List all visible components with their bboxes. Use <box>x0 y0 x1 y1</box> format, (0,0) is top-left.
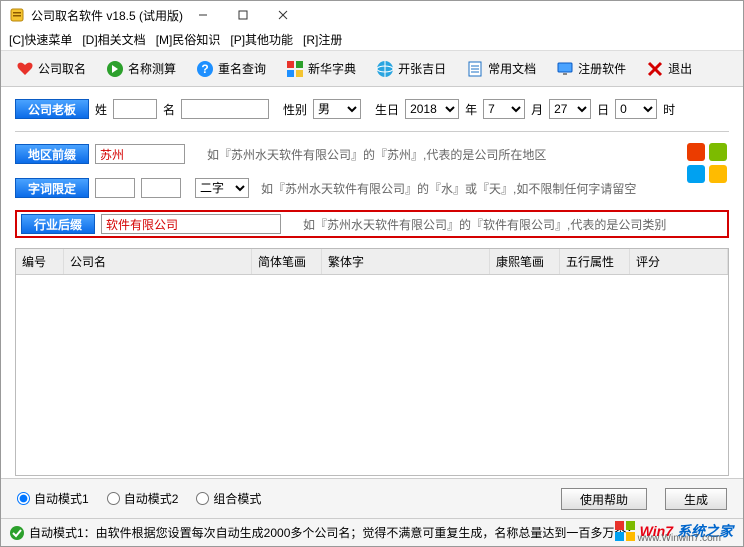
col-id[interactable]: 编号 <box>16 249 64 274</box>
industry-button[interactable]: 行业后缀 <box>21 214 95 234</box>
document-icon <box>466 60 484 78</box>
toolbar-exit-button[interactable]: 退出 <box>639 57 699 81</box>
toolbar-opendate-button[interactable]: 开张吉日 <box>369 57 453 81</box>
row-region: 地区前缀 如『苏州水天软件有限公司』的『苏州』,代表的是公司所在地区 <box>15 142 729 166</box>
month-label: 月 <box>531 101 543 118</box>
watermark: Win7 系统之家 www.Winwin7.com <box>614 520 733 542</box>
col-simp[interactable]: 简体笔画 <box>252 249 322 274</box>
toolbar-register-label: 注册软件 <box>578 60 626 77</box>
toolbar-register-button[interactable]: 注册软件 <box>549 57 633 81</box>
limit-button[interactable]: 字词限定 <box>15 178 89 198</box>
office-icon <box>685 141 729 191</box>
mode2-input[interactable] <box>107 492 120 505</box>
mode1-input[interactable] <box>17 492 30 505</box>
limit-select[interactable]: 二字 <box>195 178 249 198</box>
mode2-label: 自动模式2 <box>124 490 179 507</box>
col-wuxing[interactable]: 五行属性 <box>560 249 630 274</box>
boss-button[interactable]: 公司老板 <box>15 99 89 119</box>
row-industry-highlight: 行业后缀 如『苏州水天软件有限公司』的『软件有限公司』,代表的是公司类别 <box>15 210 729 238</box>
day-label: 日 <box>597 101 609 118</box>
windows-icon <box>286 60 304 78</box>
hour-label: 时 <box>663 101 675 118</box>
menu-folk[interactable]: [M]民俗知识 <box>156 31 221 48</box>
toolbar-docs-button[interactable]: 常用文档 <box>459 57 543 81</box>
bottom-bar: 自动模式1 自动模式2 组合模式 使用帮助 生成 <box>1 478 743 518</box>
help-button[interactable]: 使用帮助 <box>561 488 647 510</box>
mode2-radio[interactable]: 自动模式2 <box>107 490 179 507</box>
menu-docs[interactable]: [D]相关文档 <box>82 31 145 48</box>
toolbar-calc-label: 名称测算 <box>128 60 176 77</box>
hour-select[interactable]: 0 <box>615 99 657 119</box>
industry-input[interactable] <box>101 214 281 234</box>
ok-icon <box>9 525 25 541</box>
toolbar-exit-label: 退出 <box>668 60 692 77</box>
col-kangxi[interactable]: 康熙笔画 <box>490 249 560 274</box>
year-select[interactable]: 2018 <box>405 99 459 119</box>
toolbar-duplicate-button[interactable]: ? 重名查询 <box>189 57 273 81</box>
year-label: 年 <box>465 101 477 118</box>
globe-icon <box>376 60 394 78</box>
toolbar-naming-label: 公司取名 <box>38 60 86 77</box>
col-name[interactable]: 公司名 <box>64 249 252 274</box>
toolbar-dict-label: 新华字典 <box>308 60 356 77</box>
arrow-right-icon <box>106 60 124 78</box>
limit-input-2[interactable] <box>141 178 181 198</box>
day-select[interactable]: 27 <box>549 99 591 119</box>
window-title: 公司取名软件 v18.5 (试用版) <box>31 7 183 24</box>
menu-other[interactable]: [P]其他功能 <box>230 31 293 48</box>
surname-label: 姓 <box>95 101 107 118</box>
limit-input-1[interactable] <box>95 178 135 198</box>
app-icon <box>9 7 25 23</box>
mode1-radio[interactable]: 自动模式1 <box>17 490 89 507</box>
industry-hint: 如『苏州水天软件有限公司』的『软件有限公司』,代表的是公司类别 <box>303 216 666 233</box>
region-button[interactable]: 地区前缀 <box>15 144 89 164</box>
toolbar-opendate-label: 开张吉日 <box>398 60 446 77</box>
mode3-radio[interactable]: 组合模式 <box>196 490 261 507</box>
titlebar: 公司取名软件 v18.5 (试用版) <box>1 1 743 29</box>
toolbar: 公司取名 名称测算 ? 重名查询 新华字典 开张吉日 常用文档 注册软件 退出 <box>1 51 743 87</box>
row-limit: 字词限定 二字 如『苏州水天软件有限公司』的『水』或『天』,如不限制任何字请留空 <box>15 176 729 200</box>
help-icon: ? <box>196 60 214 78</box>
monitor-icon <box>556 60 574 78</box>
region-hint: 如『苏州水天软件有限公司』的『苏州』,代表的是公司所在地区 <box>207 146 546 163</box>
month-select[interactable]: 7 <box>483 99 525 119</box>
menu-register[interactable]: [R]注册 <box>303 31 342 48</box>
limit-hint: 如『苏州水天软件有限公司』的『水』或『天』,如不限制任何字请留空 <box>261 180 636 197</box>
col-score[interactable]: 评分 <box>630 249 728 274</box>
table-header: 编号 公司名 简体笔画 繁体字 康熙笔画 五行属性 评分 <box>16 249 728 275</box>
svg-text:?: ? <box>201 62 208 76</box>
toolbar-naming-button[interactable]: 公司取名 <box>9 57 93 81</box>
mode3-input[interactable] <box>196 492 209 505</box>
mode3-label: 组合模式 <box>213 490 261 507</box>
toolbar-duplicate-label: 重名查询 <box>218 60 266 77</box>
gender-label: 性别 <box>283 101 307 118</box>
generate-button[interactable]: 生成 <box>665 488 727 510</box>
form-area: 公司老板 姓 名 性别 男 生日 2018 年 7 月 27 日 0 时 地区前… <box>1 87 743 248</box>
name-input[interactable] <box>181 99 269 119</box>
name-label: 名 <box>163 101 175 118</box>
mode1-label: 自动模式1 <box>34 490 89 507</box>
maximize-button[interactable] <box>223 1 263 29</box>
region-input[interactable] <box>95 144 185 164</box>
gender-select[interactable]: 男 <box>313 99 361 119</box>
results-table: 编号 公司名 简体笔画 繁体字 康熙笔画 五行属性 评分 <box>15 248 729 476</box>
heart-icon <box>16 60 34 78</box>
win-flag-icon <box>614 520 636 542</box>
minimize-button[interactable] <box>183 1 223 29</box>
status-text: 自动模式1：由软件根据您设置每次自动生成2000多个公司名；觉得不满意可重复生成… <box>29 524 638 541</box>
surname-input[interactable] <box>113 99 157 119</box>
close-icon <box>646 60 664 78</box>
row-boss: 公司老板 姓 名 性别 男 生日 2018 年 7 月 27 日 0 时 <box>15 97 729 121</box>
toolbar-calc-button[interactable]: 名称测算 <box>99 57 183 81</box>
toolbar-dict-button[interactable]: 新华字典 <box>279 57 363 81</box>
close-button[interactable] <box>263 1 303 29</box>
menubar: [C]快速菜单 [D]相关文档 [M]民俗知识 [P]其他功能 [R]注册 <box>1 29 743 51</box>
watermark-sub: www.Winwin7.com <box>638 533 721 544</box>
birth-label: 生日 <box>375 101 399 118</box>
col-trad[interactable]: 繁体字 <box>322 249 490 274</box>
toolbar-docs-label: 常用文档 <box>488 60 536 77</box>
menu-quick[interactable]: [C]快速菜单 <box>9 31 72 48</box>
